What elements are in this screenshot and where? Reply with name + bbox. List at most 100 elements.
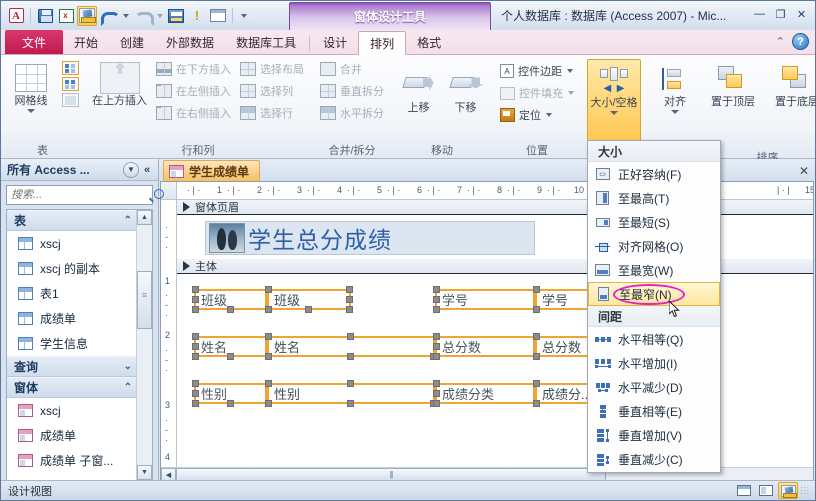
resize-handle[interactable] xyxy=(346,306,353,313)
resize-handle[interactable] xyxy=(533,353,540,360)
size-space-dropdown-icon[interactable] xyxy=(610,111,618,115)
control-margins-button[interactable]: A 控件边距 xyxy=(497,60,577,82)
resize-handle[interactable] xyxy=(533,400,540,407)
close-button[interactable]: ✕ xyxy=(792,6,811,22)
search-input[interactable] xyxy=(11,189,154,201)
resize-handle[interactable] xyxy=(347,333,354,340)
layout-stacked-icon[interactable] xyxy=(62,61,79,75)
menu-item-vertical-increase[interactable]: 垂直增加(V) xyxy=(588,423,720,447)
menu-item-horizontal-decrease[interactable]: 水平减少(D) xyxy=(588,375,720,399)
layout-view-button[interactable] xyxy=(756,482,776,499)
chevron-up-icon[interactable]: ⌃ xyxy=(124,215,132,226)
penguins-picture[interactable] xyxy=(209,223,245,253)
minimize-button[interactable]: — xyxy=(750,6,769,22)
chevron-down-icon[interactable] xyxy=(546,113,552,117)
textbox-control[interactable]: 班级 xyxy=(265,286,353,313)
list-item[interactable]: 成绩单 xyxy=(7,306,136,331)
resize-handle[interactable] xyxy=(192,389,199,397)
move-down-button[interactable]: 下移 xyxy=(444,65,487,114)
menu-item-snap-to-grid[interactable]: 对齐网格(O) xyxy=(588,234,720,258)
form-title-control[interactable]: 学生总分成绩 xyxy=(205,221,535,255)
chevron-down-icon[interactable] xyxy=(567,69,573,73)
layout-tabular-icon[interactable] xyxy=(62,77,79,91)
label-control[interactable]: 总分数 xyxy=(433,333,535,360)
nav-group-tables[interactable]: 表 ⌃ xyxy=(7,210,136,231)
resize-handle[interactable] xyxy=(192,380,199,387)
resize-handle[interactable] xyxy=(433,286,440,293)
select-column-button[interactable]: 选择列 xyxy=(237,80,307,102)
scroll-thumb[interactable] xyxy=(137,271,152,329)
resize-handle[interactable] xyxy=(347,380,354,387)
label-control[interactable]: 班级 xyxy=(192,286,267,313)
chevron-down-icon[interactable] xyxy=(568,91,574,95)
design-tool-icon[interactable] xyxy=(77,5,97,26)
access-logo-icon[interactable]: A xyxy=(6,6,26,26)
scroll-track[interactable] xyxy=(137,225,152,465)
align-dropdown-icon[interactable] xyxy=(671,110,679,114)
resize-handle[interactable] xyxy=(226,353,234,360)
help-icon[interactable]: ? xyxy=(792,33,809,50)
undo-icon[interactable] xyxy=(98,6,120,26)
save-icon[interactable] xyxy=(35,6,55,26)
select-row-button[interactable]: 选择行 xyxy=(237,102,307,124)
resize-handle[interactable] xyxy=(265,400,272,407)
resize-handle[interactable] xyxy=(533,380,540,387)
insert-below-button[interactable]: 在下方插入 xyxy=(153,58,234,80)
resize-handle[interactable] xyxy=(226,306,234,313)
undo-dropdown-icon[interactable] xyxy=(119,6,131,26)
nav-group-queries[interactable]: 查询 ⌄ xyxy=(7,356,136,377)
resize-handle[interactable] xyxy=(226,400,234,407)
search-box[interactable] xyxy=(6,185,164,205)
menu-item-fit-to-content[interactable]: ▭ 正好容纳(F) xyxy=(588,162,720,186)
label-control[interactable]: 姓名 xyxy=(192,333,267,360)
layout-remove-icon[interactable] xyxy=(62,93,79,107)
chevron-up-icon[interactable]: ⌃ xyxy=(124,382,132,393)
form-view-button[interactable] xyxy=(734,482,754,499)
form-view-icon[interactable] xyxy=(166,6,186,26)
size-space-button[interactable]: ◀ ▶ 大小/空格 xyxy=(587,59,641,149)
chevron-down-icon[interactable]: ▼ xyxy=(123,161,139,178)
resize-handle[interactable] xyxy=(347,400,354,407)
tab-design[interactable]: 设计 xyxy=(312,31,358,54)
vertical-ruler[interactable]: · - · 1 · - · 2 · - · 3 · - · 4 xyxy=(161,200,177,467)
excel-export-icon[interactable] xyxy=(56,6,76,26)
list-item[interactable]: 表1 xyxy=(7,281,136,306)
resize-handle[interactable] xyxy=(192,342,199,350)
resize-handle[interactable] xyxy=(346,286,353,293)
resize-handle[interactable] xyxy=(192,400,199,407)
split-vertically-button[interactable]: 垂直拆分 xyxy=(317,80,387,102)
align-button[interactable]: 对齐 xyxy=(650,59,700,114)
insert-right-button[interactable]: 在右侧插入 xyxy=(153,102,234,124)
resize-handle[interactable] xyxy=(192,333,199,340)
resize-handle[interactable] xyxy=(433,295,440,303)
resize-handle[interactable] xyxy=(433,400,440,407)
gridlines-button[interactable]: 网格线 xyxy=(6,58,56,113)
list-item[interactable]: xscj xyxy=(7,398,136,423)
label-control[interactable]: 性别 xyxy=(192,380,267,407)
resize-handle[interactable] xyxy=(533,306,540,313)
menu-item-horizontal-increase[interactable]: 水平增加(I) xyxy=(588,351,720,375)
menu-item-vertical-equal[interactable]: 垂直相等(E) xyxy=(588,399,720,423)
control-padding-button[interactable]: 控件填充 xyxy=(497,82,577,104)
design-view-button[interactable] xyxy=(778,482,798,499)
merge-button[interactable]: 合并 xyxy=(317,58,387,80)
redo-dropdown-icon[interactable] xyxy=(153,6,165,26)
table-icon[interactable] xyxy=(208,6,228,26)
bring-to-front-button[interactable]: 置于顶层 xyxy=(702,59,764,108)
insert-left-button[interactable]: 在左侧插入 xyxy=(153,80,234,102)
resize-handle[interactable] xyxy=(265,306,272,313)
collapse-ribbon-icon[interactable]: ⌃ xyxy=(776,35,785,48)
resize-handle[interactable] xyxy=(347,353,354,360)
resize-grip-icon[interactable] xyxy=(800,485,810,496)
tab-file[interactable]: 文件 xyxy=(5,30,64,54)
resize-handle[interactable] xyxy=(305,306,312,313)
tab-create[interactable]: 创建 xyxy=(109,31,155,54)
select-layout-button[interactable]: 选择布局 xyxy=(237,58,307,80)
resize-handle[interactable] xyxy=(433,333,440,340)
chevron-down-icon[interactable]: ⌄ xyxy=(124,361,132,372)
anchoring-button[interactable]: 定位 xyxy=(497,104,577,126)
close-document-icon[interactable]: ✕ xyxy=(799,164,809,178)
document-tab[interactable]: 学生成绩单 xyxy=(163,160,261,181)
exclamation-icon[interactable]: ! xyxy=(187,6,207,26)
resize-handle[interactable] xyxy=(192,353,199,360)
